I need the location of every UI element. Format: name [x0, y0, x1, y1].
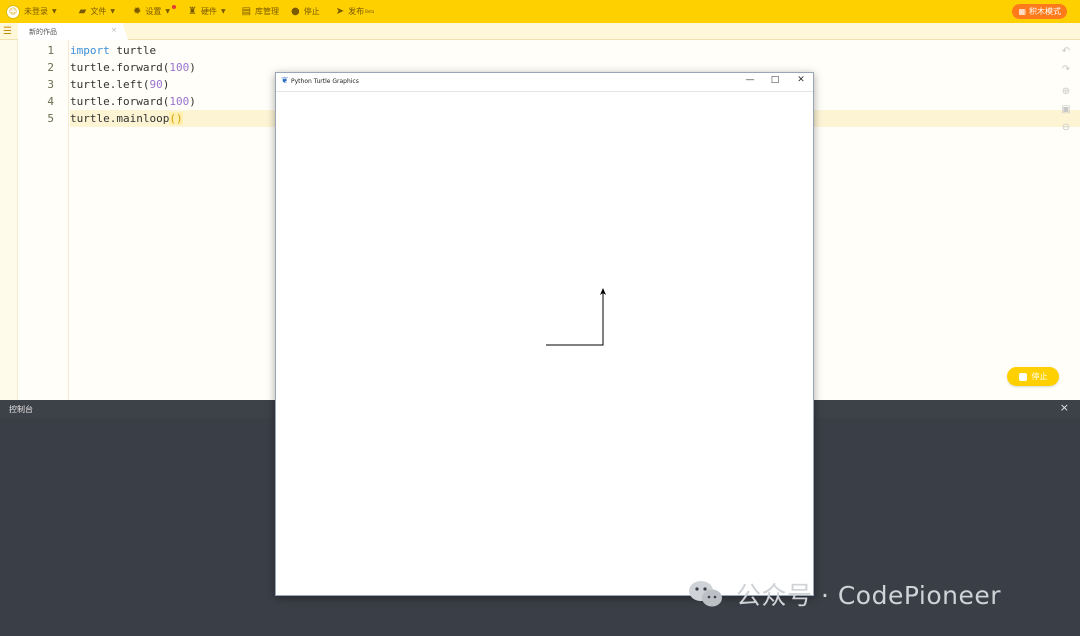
code-token: ) — [189, 95, 196, 108]
code-token: ) — [162, 78, 170, 91]
folder-icon: ▰ — [78, 6, 87, 17]
file-menu[interactable]: ▰ 文件 ▼ — [73, 0, 121, 23]
chevron-down-icon: ▼ — [110, 8, 115, 15]
undo-icon[interactable]: ↶ — [1060, 46, 1072, 58]
settings-label: 设置 — [145, 7, 162, 16]
top-toolbar: ☺ 未登录 ▼ ▰ 文件 ▼ ✹ 设置 ▼ ♜ 硬件 ▼ ▤ 库管理 ● 停止 … — [0, 0, 1080, 23]
matched-paren-token: () — [169, 112, 183, 125]
maximize-button[interactable]: □ — [768, 75, 782, 85]
robot-icon: ♜ — [187, 6, 197, 17]
minimize-button[interactable]: — — [743, 75, 757, 85]
block-mode-button[interactable]: ▦ 积木模式 — [1012, 4, 1067, 19]
login-label: 未登录 — [24, 7, 48, 16]
publish-label: 发布 — [348, 7, 365, 16]
line-number-gutter: 1 2 3 4 5 — [18, 40, 69, 400]
feather-icon: ❦ — [281, 76, 289, 86]
user-avatar-icon[interactable]: ☺ — [6, 4, 20, 19]
editor-side-gutter — [0, 40, 18, 400]
hardware-label: 硬件 — [200, 7, 217, 16]
block-mode-label: 积木模式 — [1029, 7, 1061, 16]
code-line[interactable]: turtle.forward(100) — [70, 95, 196, 108]
wechat-logo-icon — [688, 579, 724, 609]
code-token: ) — [189, 61, 196, 74]
hardware-menu[interactable]: ♜ 硬件 ▼ — [182, 0, 232, 23]
watermark: 公众号 · CodePioneer — [688, 576, 1001, 612]
code-line[interactable]: turtle.mainloop() — [70, 112, 183, 125]
file-label: 文件 — [90, 7, 107, 16]
stop-toolbar-button[interactable]: ● 停止 — [285, 0, 326, 23]
redo-icon[interactable]: ↷ — [1060, 64, 1072, 76]
stop-run-label: 停止 — [1031, 372, 1048, 381]
window-close-button[interactable]: ✕ — [794, 75, 808, 85]
code-token: turtle — [109, 44, 157, 57]
stop-run-button[interactable]: 停止 — [1007, 367, 1059, 386]
settings-menu[interactable]: ✹ 设置 ▼ — [127, 0, 176, 23]
notification-dot — [172, 5, 176, 9]
hamburger-menu-icon[interactable]: ☰ — [3, 26, 12, 37]
gear-icon: ✹ — [132, 6, 142, 17]
code-token: turtle.mainloop — [70, 112, 170, 125]
stop-square-icon — [1018, 372, 1027, 381]
chevron-down-icon: ▼ — [220, 8, 226, 15]
library-button[interactable]: ▤ 库管理 — [236, 0, 285, 23]
turtle-window-title: Python Turtle Graphics — [291, 78, 359, 85]
number-token: 100 — [169, 95, 190, 108]
zoom-out-icon[interactable]: ⊖ — [1060, 122, 1072, 134]
number-token: 100 — [169, 61, 190, 74]
keyword-token: import — [70, 44, 110, 57]
beta-badge: Beta — [365, 9, 375, 14]
chevron-down-icon: ▼ — [52, 8, 57, 15]
paper-plane-icon: ➤ — [335, 6, 345, 17]
turtle-graphics-window[interactable]: ❦ Python Turtle Graphics — □ ✕ — [275, 72, 814, 596]
line-number: 1 — [47, 44, 54, 57]
tab-bar: ☰ 新的作品 × — [0, 23, 1080, 40]
turtle-canvas[interactable] — [278, 93, 811, 595]
stop-label: 停止 — [303, 7, 320, 16]
login-button[interactable]: 未登录 ▼ — [24, 0, 63, 23]
code-token: turtle.forward( — [70, 61, 170, 74]
code-line[interactable]: import turtle — [70, 44, 156, 57]
tab-close-icon[interactable]: × — [111, 26, 117, 34]
code-line[interactable]: turtle.forward(100) — [70, 61, 196, 74]
turtle-window-titlebar[interactable]: ❦ Python Turtle Graphics — □ ✕ — [276, 73, 813, 92]
line-number: 3 — [47, 78, 54, 91]
zoom-in-icon[interactable]: ⊕ — [1060, 86, 1072, 98]
line-number: 4 — [47, 95, 54, 108]
console-title: 控制台 — [9, 405, 33, 414]
inbox-icon: ▤ — [241, 6, 252, 17]
code-token: turtle.forward( — [70, 95, 170, 108]
tab-label: 新的作品 — [29, 28, 57, 36]
line-number: 2 — [47, 61, 54, 74]
publish-button[interactable]: ➤ 发布 Beta — [330, 0, 381, 23]
console-close-icon[interactable]: × — [1060, 401, 1069, 414]
turtle-path — [546, 293, 604, 346]
chevron-down-icon: ▼ — [165, 8, 170, 15]
code-token: turtle.left( — [70, 78, 150, 91]
library-label: 库管理 — [255, 7, 280, 16]
format-icon[interactable]: ▣ — [1060, 104, 1072, 116]
stop-circle-icon: ● — [291, 6, 300, 17]
turtle-drawing — [546, 288, 606, 346]
code-line[interactable]: turtle.left(90) — [70, 78, 169, 91]
watermark-text: 公众号 · CodePioneer — [736, 581, 1001, 610]
blocks-icon: ▦ — [1018, 7, 1026, 16]
number-token: 90 — [149, 78, 163, 91]
line-number: 5 — [47, 112, 54, 125]
